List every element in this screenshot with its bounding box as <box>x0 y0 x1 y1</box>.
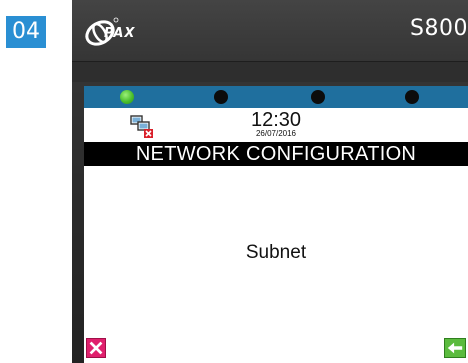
screen-content: Subnet <box>84 166 468 363</box>
brand-name: PAX <box>104 26 136 41</box>
tutorial-step: 04 PAX S800 12:30 26/07/2016 NETWORK CON… <box>0 0 468 363</box>
screen-title: NETWORK CONFIGURATION <box>84 142 468 166</box>
terminal-header: PAX S800 <box>72 0 468 62</box>
led-indicator-4 <box>405 90 419 104</box>
terminal-screen: 12:30 26/07/2016 NETWORK CONFIGURATION S… <box>84 86 468 363</box>
led-indicator-2 <box>214 90 228 104</box>
led-indicator-3 <box>311 90 325 104</box>
clock-date: 26/07/2016 <box>255 129 297 138</box>
cancel-x-icon <box>89 341 103 355</box>
led-indicator-1 <box>120 90 134 104</box>
terminal-bezel-band <box>72 62 468 82</box>
cancel-button[interactable] <box>86 338 106 358</box>
back-arrow-icon <box>447 342 463 354</box>
back-button[interactable] <box>444 338 466 358</box>
step-number-badge: 04 <box>6 16 46 48</box>
field-label: Subnet <box>245 242 307 263</box>
led-indicator-bar <box>84 86 468 108</box>
model-name: S800 <box>410 16 468 41</box>
status-row: 12:30 26/07/2016 <box>84 108 468 142</box>
